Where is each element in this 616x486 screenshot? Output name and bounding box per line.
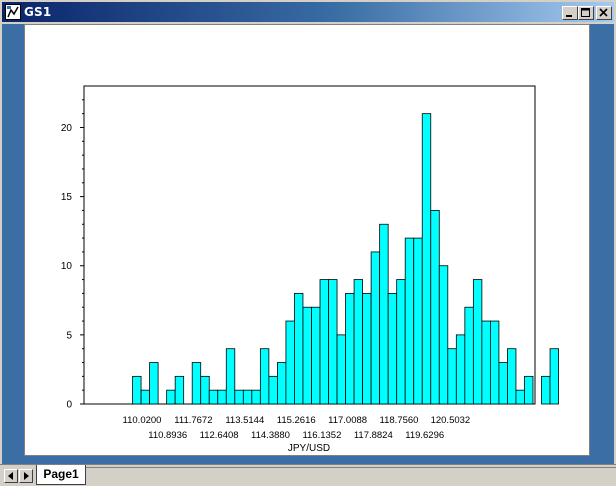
x-tick-label: 116.1352 xyxy=(302,430,341,441)
histogram-bar xyxy=(387,292,398,405)
histogram-bar xyxy=(200,375,210,405)
histogram-bar xyxy=(464,306,474,405)
x-tick-label: 115.2616 xyxy=(277,415,316,426)
chart-canvas: 0 5 10 15 20 110.0200 110.8936 111.7672 112.640… xyxy=(24,24,590,456)
minimize-icon xyxy=(566,15,572,17)
arrow-right-icon xyxy=(24,472,29,480)
histogram-bar xyxy=(191,362,202,405)
histogram-bar xyxy=(302,306,312,405)
histogram-bar xyxy=(404,237,415,405)
maximize-button[interactable] xyxy=(578,6,594,20)
histogram-bar xyxy=(396,279,406,405)
histogram-bar xyxy=(413,237,423,405)
histogram-bar xyxy=(259,348,270,405)
histogram-bar xyxy=(472,279,483,405)
histogram-bar xyxy=(345,292,355,405)
histogram-bar xyxy=(379,223,389,405)
y-tick-label: 10 xyxy=(61,261,73,272)
title-bar[interactable]: GS1 xyxy=(2,2,614,22)
histogram-bar xyxy=(524,375,534,405)
close-button[interactable] xyxy=(596,6,612,20)
y-tick-label: 0 xyxy=(66,400,72,411)
histogram-bar xyxy=(319,279,329,405)
histogram-bar xyxy=(251,389,261,405)
histogram-chart: 0 5 10 15 20 110.0200 110.8936 111.7672 112.640… xyxy=(61,85,559,454)
x-tick-label: 117.8824 xyxy=(354,430,393,441)
histogram-bar xyxy=(430,210,440,405)
histogram-bar xyxy=(166,389,176,405)
histogram-bar xyxy=(455,334,466,405)
histogram-bar xyxy=(507,348,517,405)
x-tick-label: 111.7672 xyxy=(174,415,212,426)
x-tick-label: 117.0088 xyxy=(328,415,367,426)
histogram-bar xyxy=(328,279,338,405)
histogram-bar xyxy=(489,320,500,405)
arrow-left-icon xyxy=(8,472,13,480)
scroll-right-button[interactable] xyxy=(19,469,33,483)
scroll-left-button[interactable] xyxy=(4,469,18,483)
x-tick-label: 120.5032 xyxy=(431,415,471,426)
y-tick-label: 20 xyxy=(61,123,73,134)
x-tick-label: 118.7560 xyxy=(380,415,419,426)
histogram-bar xyxy=(481,320,491,405)
x-tick-label: 114.3880 xyxy=(251,430,290,441)
minimize-button[interactable] xyxy=(562,6,578,20)
sheet-tab-bar: Page1 xyxy=(0,464,616,486)
histogram-bar xyxy=(549,348,559,405)
histogram-bar xyxy=(149,362,159,405)
histogram-bar xyxy=(336,334,346,405)
histogram-bar xyxy=(541,375,551,405)
histogram-bar xyxy=(268,375,278,405)
histogram-bar xyxy=(421,113,432,405)
y-tick-label: 5 xyxy=(66,330,72,341)
histogram-bar xyxy=(438,265,449,405)
tab-page1[interactable]: Page1 xyxy=(36,465,86,485)
x-tick-label: 110.0200 xyxy=(123,415,162,426)
histogram-bar xyxy=(217,389,227,405)
histogram-bar xyxy=(285,320,295,405)
tab-divider xyxy=(86,467,616,468)
histogram-bar xyxy=(208,389,219,405)
window-title: GS1 xyxy=(24,5,52,19)
x-tick-label: 119.6296 xyxy=(405,430,444,441)
histogram-bar xyxy=(234,389,244,405)
maximize-icon xyxy=(581,8,590,17)
histogram-bar xyxy=(294,292,304,405)
y-tick-label: 15 xyxy=(61,192,73,203)
histogram-bar xyxy=(225,348,236,405)
x-tick-label: 112.6408 xyxy=(200,430,239,441)
histogram-bar xyxy=(447,348,457,405)
histogram-bar xyxy=(174,375,185,405)
histogram-bar xyxy=(353,279,363,405)
histogram-bar xyxy=(140,389,151,405)
histogram-bar xyxy=(242,389,253,405)
histogram-bar xyxy=(276,362,287,405)
histogram-bar xyxy=(362,292,372,405)
x-tick-label: 113.5144 xyxy=(225,415,264,426)
app-icon[interactable] xyxy=(5,4,21,20)
x-axis-label: JPY/USD xyxy=(288,443,330,454)
histogram-bar xyxy=(311,306,321,405)
histogram-bar xyxy=(370,251,381,405)
histogram-bar xyxy=(132,375,142,405)
close-icon xyxy=(599,8,608,17)
chart-window: GS1 0 5 10 15 20 110.0200 110.8936 111.7672 112… xyxy=(0,0,616,486)
x-tick-label: 110.8936 xyxy=(148,430,187,441)
histogram-bar xyxy=(498,362,508,405)
histogram-bar xyxy=(515,389,525,405)
